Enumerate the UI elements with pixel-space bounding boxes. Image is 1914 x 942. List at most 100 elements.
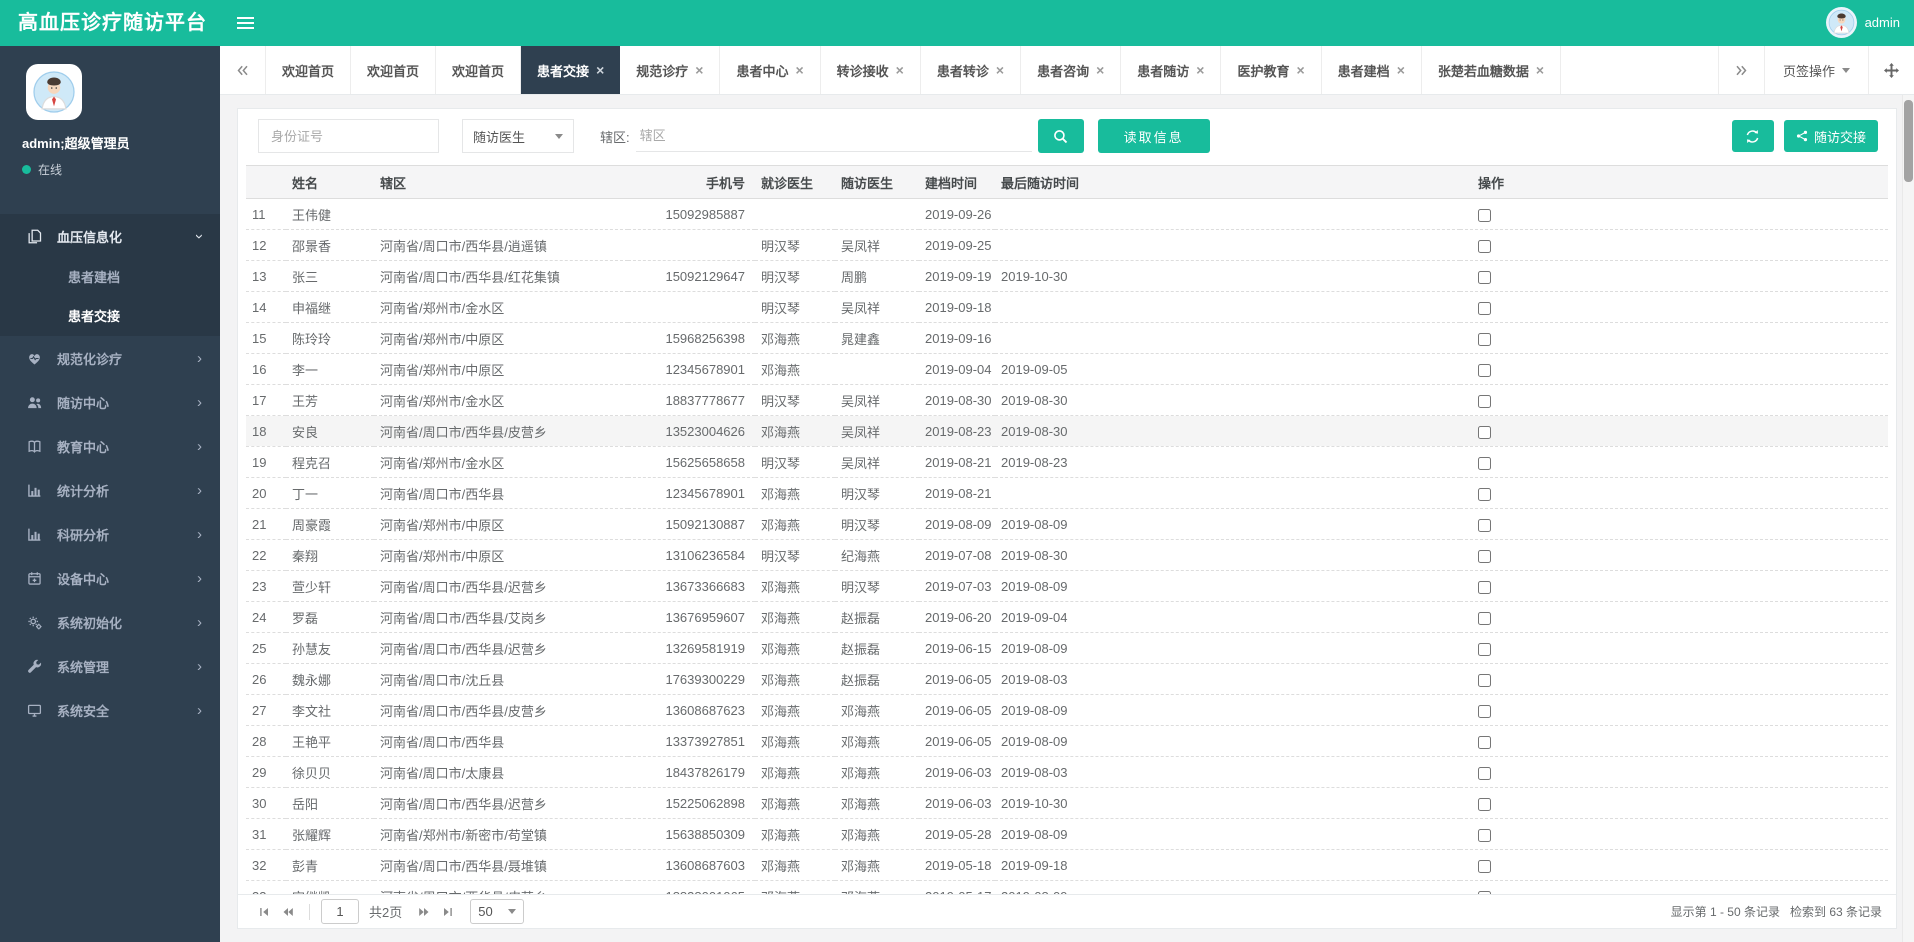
handover-button[interactable]: 随访交接 (1783, 120, 1878, 152)
sidebar-item-label: 血压信息化 (57, 229, 123, 245)
sidebar-toggle-icon[interactable] (237, 17, 254, 32)
tab[interactable]: 规范诊疗 × (620, 46, 721, 94)
search-button[interactable] (1037, 119, 1084, 153)
tab[interactable]: 欢迎首页 (351, 46, 437, 94)
expand-arrows-icon (1884, 63, 1899, 78)
user-avatar (1825, 7, 1857, 38)
chevron-right-icon: › (197, 613, 202, 631)
tab-close-icon[interactable]: × (1296, 63, 1304, 77)
refresh-button[interactable] (1731, 120, 1774, 152)
tabs-scroll-right-button[interactable] (1717, 46, 1764, 94)
cell-visit-doctor: 邓海燕 (755, 849, 835, 881)
tab[interactable]: 医护教育 × (1221, 46, 1322, 94)
row-checkbox[interactable] (1478, 642, 1491, 656)
monitor-icon (27, 703, 42, 718)
sidebar-item[interactable]: 随访中心 › (0, 380, 220, 424)
cell-follow-doctor: 晁建鑫 (835, 322, 919, 354)
tab[interactable]: 患者咨询 × (1021, 46, 1122, 94)
tab[interactable]: 欢迎首页 (436, 46, 522, 94)
sidebar-group: 血压信息化 › 患者建档 患者交接 (0, 214, 220, 336)
tab-close-icon[interactable]: × (896, 63, 904, 77)
row-checkbox[interactable] (1478, 797, 1491, 811)
row-checkbox[interactable] (1478, 704, 1491, 718)
read-info-button[interactable]: 读取信息 (1097, 119, 1210, 153)
sidebar-item-label: 系统管理 (57, 659, 110, 675)
tab[interactable]: 转诊接收 × (821, 46, 921, 94)
sidebar-subitem[interactable]: 患者建档 (0, 258, 220, 297)
cell-phone (628, 291, 755, 323)
row-checkbox[interactable] (1478, 239, 1491, 253)
tab[interactable]: 患者建档 × (1322, 46, 1422, 94)
sidebar-item[interactable]: 系统安全 › (0, 688, 220, 732)
caret-down-icon (1842, 67, 1850, 73)
prev-page-button[interactable] (276, 900, 300, 924)
region-input[interactable] (635, 120, 1032, 152)
sidebar-subitem[interactable]: 患者交接 (0, 297, 220, 336)
fullscreen-toggle-button[interactable] (1868, 46, 1914, 94)
row-checkbox[interactable] (1478, 735, 1491, 749)
tab[interactable]: 欢迎首页 (266, 46, 352, 94)
sidebar-item[interactable]: 系统管理 › (0, 644, 220, 688)
row-checkbox[interactable] (1478, 859, 1491, 873)
cell-visit-doctor (755, 198, 835, 230)
row-checkbox[interactable] (1478, 363, 1491, 377)
row-checkbox[interactable] (1478, 611, 1491, 625)
cell-phone: 13608687603 (628, 849, 755, 881)
cell-actions (1460, 787, 1888, 819)
cell-index: 17 (246, 384, 286, 416)
cell-last-visit-date: 2019-08-09 (995, 694, 1460, 726)
cell-last-visit-date: 2019-10-30 (995, 260, 1460, 292)
row-checkbox[interactable] (1478, 518, 1491, 532)
first-page-button[interactable] (252, 900, 276, 924)
last-page-button[interactable] (436, 900, 460, 924)
tab-close-icon[interactable]: × (1096, 63, 1104, 77)
cell-region: 河南省/郑州市/金水区 (374, 291, 628, 323)
row-checkbox[interactable] (1478, 487, 1491, 501)
cell-last-visit-date: 2019-08-23 (995, 446, 1460, 478)
tab[interactable]: 患者中心 × (720, 46, 821, 94)
row-checkbox[interactable] (1478, 270, 1491, 284)
tab[interactable]: 患者转诊 × (921, 46, 1022, 94)
sidebar-item[interactable]: 教育中心 › (0, 424, 220, 468)
cell-follow-doctor: 邓海燕 (835, 818, 919, 850)
page-size-select[interactable]: 50 (470, 899, 525, 924)
cell-follow-doctor: 赵振磊 (835, 601, 919, 633)
sidebar-item[interactable]: 科研分析 › (0, 512, 220, 556)
tab[interactable]: 张楚若血糖数据 × (1422, 46, 1562, 94)
sidebar-item[interactable]: 血压信息化 › (0, 214, 220, 258)
page-number-input[interactable] (321, 899, 359, 924)
row-checkbox[interactable] (1478, 456, 1491, 470)
tab-close-icon[interactable]: × (1397, 63, 1405, 77)
row-checkbox[interactable] (1478, 549, 1491, 563)
sidebar-item[interactable]: 系统初始化 › (0, 600, 220, 644)
scrollbar-thumb[interactable] (1904, 100, 1913, 182)
tab-close-icon[interactable]: × (1536, 63, 1544, 77)
row-checkbox[interactable] (1478, 673, 1491, 687)
tab[interactable]: 患者交接 × (521, 46, 621, 94)
tab-close-icon[interactable]: × (695, 63, 703, 77)
tab-close-icon[interactable]: × (596, 63, 604, 77)
heartbeat-icon (27, 351, 42, 366)
follow-doctor-select[interactable]: 随访医生 (462, 119, 574, 153)
topbar-user[interactable]: admin (1825, 7, 1900, 38)
tab-close-icon[interactable]: × (1196, 63, 1204, 77)
row-checkbox[interactable] (1478, 394, 1491, 408)
next-page-button[interactable] (412, 900, 436, 924)
sidebar-item[interactable]: 统计分析 › (0, 468, 220, 512)
tab[interactable]: 患者随访 × (1121, 46, 1222, 94)
tab-operations-dropdown[interactable]: 页签操作 (1763, 46, 1868, 94)
row-checkbox[interactable] (1478, 425, 1491, 439)
row-checkbox[interactable] (1478, 332, 1491, 346)
id-number-input[interactable] (258, 119, 439, 153)
sidebar-item[interactable]: 规范化诊疗 › (0, 336, 220, 380)
row-checkbox[interactable] (1478, 580, 1491, 594)
row-checkbox[interactable] (1478, 828, 1491, 842)
row-checkbox[interactable] (1478, 301, 1491, 315)
tab-close-icon[interactable]: × (795, 63, 803, 77)
row-checkbox[interactable] (1478, 766, 1491, 780)
sidebar-item[interactable]: 设备中心 › (0, 556, 220, 600)
sidebar-item-label: 随访中心 (57, 395, 110, 411)
tabs-scroll-left-button[interactable] (220, 46, 266, 94)
row-checkbox[interactable] (1478, 208, 1491, 222)
tab-close-icon[interactable]: × (996, 63, 1004, 77)
